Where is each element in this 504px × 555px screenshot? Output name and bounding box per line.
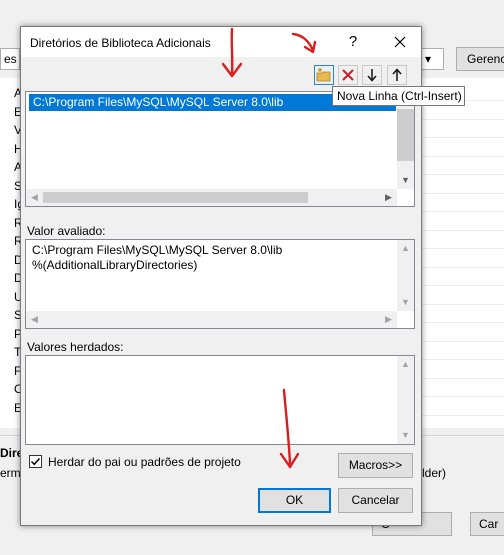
scrollbar-thumb[interactable]	[43, 192, 308, 203]
evaluated-horizontal-scrollbar[interactable]: ◀ ▶	[26, 311, 397, 328]
evaluated-value-box: C:\Program Files\MySQL\MySQL Server 8.0\…	[25, 239, 415, 329]
scroll-left-arrow-icon[interactable]: ◀	[26, 189, 43, 206]
chevron-down-icon: ▾	[425, 52, 432, 66]
parent-manage-button[interactable]: Gerenc	[456, 47, 504, 71]
move-up-button[interactable]	[387, 65, 407, 85]
inherited-values-box: ▲ ▼	[25, 355, 415, 445]
directories-vertical-scrollbar[interactable]: ▲ ▼	[397, 92, 414, 189]
parent-row-divider	[422, 322, 504, 323]
macros-button[interactable]: Macros>>	[338, 453, 413, 478]
parent-combo-left-text: es	[4, 52, 17, 66]
parent-row-divider	[422, 285, 504, 286]
annotation-arrow-down-2	[279, 388, 300, 469]
close-icon	[394, 36, 406, 48]
evaluated-vertical-scrollbar[interactable]: ▲ ▼	[397, 240, 414, 311]
parent-row-divider	[422, 414, 504, 416]
parent-row-divider	[422, 155, 504, 157]
annotation-arrow-right	[291, 32, 317, 54]
inherited-vertical-scrollbar[interactable]: ▲ ▼	[397, 356, 414, 444]
checkmark-icon	[30, 457, 41, 466]
scroll-left-arrow-icon[interactable]: ◀	[26, 311, 43, 328]
scroll-down-arrow-icon[interactable]: ▼	[397, 172, 414, 189]
arrow-down-icon	[367, 69, 377, 82]
close-button[interactable]	[385, 31, 415, 53]
delete-line-button[interactable]	[338, 65, 358, 85]
scroll-right-arrow-icon[interactable]: ▶	[380, 189, 397, 206]
parent-row-divider	[422, 229, 504, 231]
scrollbar-thumb[interactable]	[397, 109, 414, 161]
scroll-down-arrow-icon[interactable]: ▼	[397, 427, 414, 444]
parent-combo-left[interactable]: es	[0, 48, 20, 70]
directories-horizontal-scrollbar[interactable]: ◀ ▶	[26, 189, 397, 206]
evaluated-line: %(AdditionalLibraryDirectories)	[32, 258, 198, 272]
parent-row-divider	[422, 303, 504, 305]
parent-value-pane	[422, 78, 504, 428]
arrow-up-icon	[392, 68, 402, 81]
annotation-arrow-down-1	[221, 27, 243, 78]
evaluated-value-label: Valor avaliado:	[27, 224, 106, 238]
parent-row-divider	[422, 137, 504, 138]
cancel-button[interactable]: Cancelar	[338, 488, 413, 513]
parent-row-divider	[422, 192, 504, 194]
scroll-up-arrow-icon[interactable]: ▲	[397, 356, 414, 373]
parent-combo-right-arrow[interactable]: ▾	[422, 48, 444, 70]
inherit-checkbox-label[interactable]: Herdar do pai ou padrões de projeto	[48, 455, 241, 469]
dialog-title: Diretórios de Biblioteca Adicionais	[30, 36, 211, 50]
new-line-button[interactable]	[314, 65, 334, 85]
parent-row-divider	[422, 377, 504, 379]
parent-description-text: erm	[0, 466, 21, 480]
parent-row-divider	[422, 359, 504, 360]
parent-row-divider	[422, 211, 504, 212]
move-down-button[interactable]	[362, 65, 382, 85]
scroll-up-arrow-icon[interactable]: ▲	[397, 240, 414, 257]
ok-button[interactable]: OK	[258, 488, 331, 513]
parent-row-divider	[422, 248, 504, 249]
parent-row-divider	[422, 266, 504, 268]
delete-x-icon	[342, 69, 354, 81]
parent-row-divider	[422, 396, 504, 397]
parent-row-divider	[422, 118, 504, 120]
help-button[interactable]: ?	[339, 31, 367, 53]
parent-row-divider	[422, 340, 504, 342]
parent-description-tail: lder)	[422, 466, 447, 480]
parent-row-divider	[422, 174, 504, 175]
new-folder-icon	[316, 68, 331, 82]
evaluated-line: C:\Program Files\MySQL\MySQL Server 8.0\…	[32, 243, 283, 257]
scroll-right-arrow-icon[interactable]: ▶	[380, 311, 397, 328]
new-line-tooltip: Nova Linha (Ctrl-Insert)	[332, 86, 465, 106]
inherit-checkbox[interactable]	[29, 455, 42, 468]
parent-button-2[interactable]: Car	[470, 512, 504, 536]
scroll-down-arrow-icon[interactable]: ▼	[397, 294, 414, 311]
directories-list[interactable]: C:\Program Files\MySQL\MySQL Server 8.0\…	[25, 91, 415, 207]
inherited-values-label: Valores herdados:	[27, 340, 124, 354]
